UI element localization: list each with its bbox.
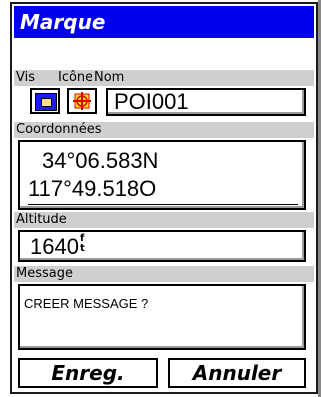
- name-label: Nom: [92, 70, 127, 86]
- name-field[interactable]: POI001: [106, 88, 306, 116]
- altitude-unit: ft: [80, 233, 85, 254]
- altitude-field[interactable]: 1640 ft: [18, 230, 306, 262]
- vis-label: Vis: [14, 70, 37, 86]
- longitude-value: 117°49.518O: [28, 176, 157, 201]
- altitude-label: Altitude: [14, 212, 69, 228]
- name-value: POI001: [114, 89, 189, 114]
- message-label: Message: [14, 266, 75, 282]
- crosshair-icon: [73, 92, 91, 110]
- visibility-toggle[interactable]: [30, 88, 60, 114]
- message-value: CREER MESSAGE ?: [24, 296, 149, 311]
- icon-label: Icône: [56, 70, 96, 86]
- altitude-value: 1640: [30, 234, 79, 259]
- coordinates-field[interactable]: 34°06.583N 117°49.518O: [18, 140, 306, 210]
- cancel-button[interactable]: Annuler: [168, 358, 306, 388]
- coordinates-underline: [28, 204, 298, 205]
- dialog-title: Marque: [14, 6, 314, 38]
- visibility-flag-icon: [35, 93, 57, 111]
- waypoint-dialog: Marque Vis Icône Nom POI001 Coordonnées …: [10, 2, 318, 394]
- waypoint-icon-selector[interactable]: [67, 88, 97, 114]
- message-field[interactable]: CREER MESSAGE ?: [18, 284, 306, 350]
- latitude-value: 34°06.583N: [42, 148, 159, 173]
- coordinates-label: Coordonnées: [14, 122, 104, 138]
- save-button[interactable]: Enreg.: [18, 358, 158, 388]
